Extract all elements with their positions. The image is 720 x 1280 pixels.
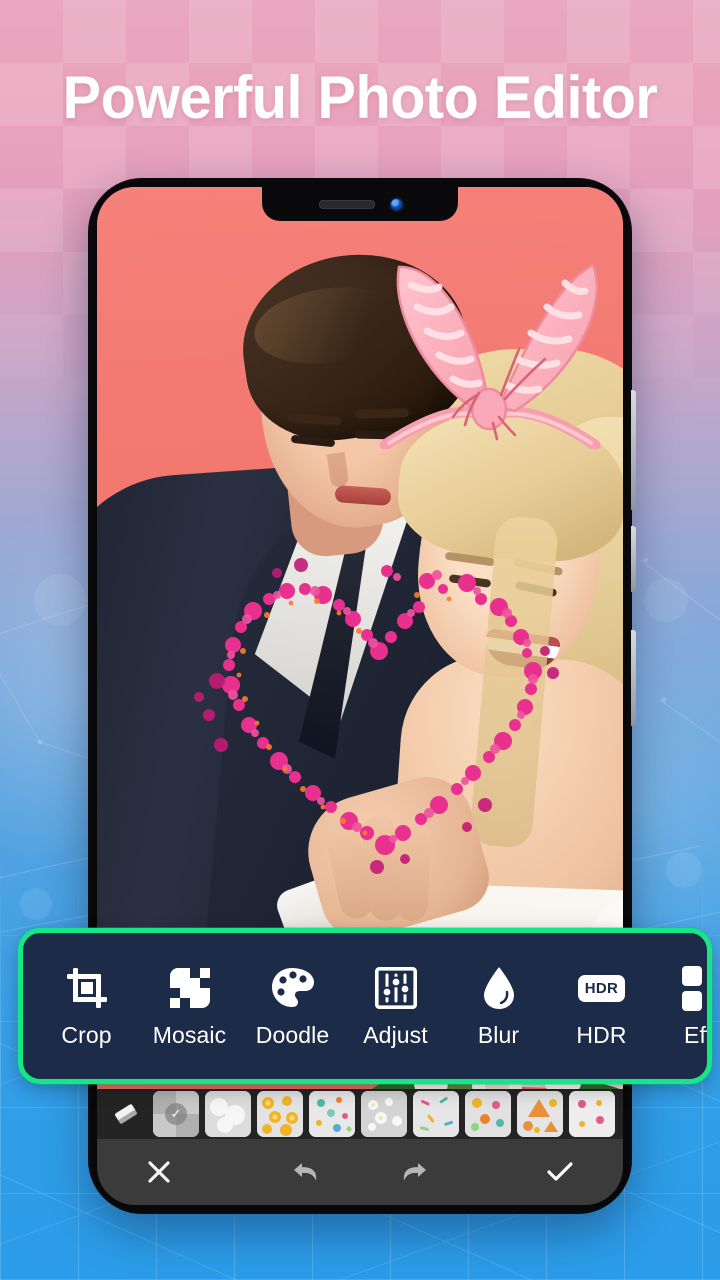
heart-doodle[interactable] [181, 555, 581, 885]
speaker-grille-icon [318, 199, 375, 209]
grid-cell [707, 966, 712, 986]
promo-screenshot: Powerful Photo Editor ✓ Crop Mosaic Dood… [0, 0, 720, 1280]
hdr-badge: HDR [577, 974, 626, 1002]
palette-icon [271, 965, 315, 1011]
crop-icon [65, 965, 109, 1011]
tool-mosaic[interactable]: Mosaic [138, 965, 241, 1047]
grid-cell [707, 991, 712, 1011]
tool-label: HDR [576, 1022, 627, 1048]
tool-label: Crop [61, 1022, 112, 1048]
grid-cell [682, 965, 702, 986]
tool-label: Adjust [363, 1022, 428, 1048]
sticker-thumbnail[interactable]: ✓ [153, 1091, 199, 1137]
sticker-thumbnail[interactable] [309, 1091, 355, 1137]
tool-hdr[interactable]: HDR HDR [550, 965, 653, 1047]
tool-adjust[interactable]: Adjust [344, 965, 447, 1047]
tool-label: Effe [684, 1022, 712, 1048]
selected-check-icon: ✓ [165, 1103, 187, 1125]
tool-label: Mosaic [152, 1022, 227, 1048]
grid-cell [682, 990, 702, 1011]
undo-icon [294, 1163, 317, 1181]
sticker-thumbnail[interactable] [361, 1091, 407, 1137]
tool-crop[interactable]: Crop [35, 965, 138, 1047]
close-icon [148, 1161, 170, 1183]
sticker-thumbnail[interactable] [413, 1091, 459, 1137]
phone-notch [262, 187, 458, 221]
cancel-button[interactable] [97, 1158, 253, 1186]
sticker-strip[interactable]: ✓ [97, 1089, 623, 1139]
bunny-ears-sticker[interactable] [359, 249, 619, 449]
redo-icon [403, 1163, 426, 1181]
undo-button[interactable] [253, 1159, 361, 1185]
tool-label: Blur [477, 1022, 520, 1048]
feature-toolbar-highlight: Crop Mosaic Doodle Adjust Blur HDR HDR E… [18, 928, 712, 1084]
tool-blur[interactable]: Blur [447, 965, 550, 1047]
mosaic-icon [169, 965, 211, 1011]
check-icon [547, 1162, 573, 1181]
grid-icon [682, 965, 712, 1011]
phone-power-button [631, 630, 636, 726]
sticker-thumbnail[interactable] [205, 1091, 251, 1137]
hdr-icon: HDR [577, 965, 626, 1011]
tool-doodle[interactable]: Doodle [241, 965, 344, 1047]
phone-volume-up-button [631, 390, 636, 510]
sticker-thumbnail[interactable] [517, 1091, 563, 1137]
editor-action-bar [97, 1139, 623, 1205]
phone-volume-down-button [631, 526, 636, 592]
feature-toolbar[interactable]: Crop Mosaic Doodle Adjust Blur HDR HDR E… [23, 933, 707, 1079]
tool-effects[interactable]: Effe [653, 965, 712, 1048]
eraser-icon[interactable] [105, 1093, 147, 1135]
sticker-thumbnail[interactable] [465, 1091, 511, 1137]
sliders-icon [374, 965, 417, 1011]
redo-button[interactable] [360, 1159, 468, 1185]
front-camera-icon [390, 198, 402, 210]
sticker-thumbnail[interactable] [569, 1091, 615, 1137]
tool-label: Doodle [255, 1022, 330, 1048]
droplet-icon [482, 965, 516, 1011]
sticker-thumbnail[interactable] [257, 1091, 303, 1137]
confirm-button[interactable] [468, 1159, 624, 1185]
page-title: Powerful Photo Editor [62, 64, 658, 131]
